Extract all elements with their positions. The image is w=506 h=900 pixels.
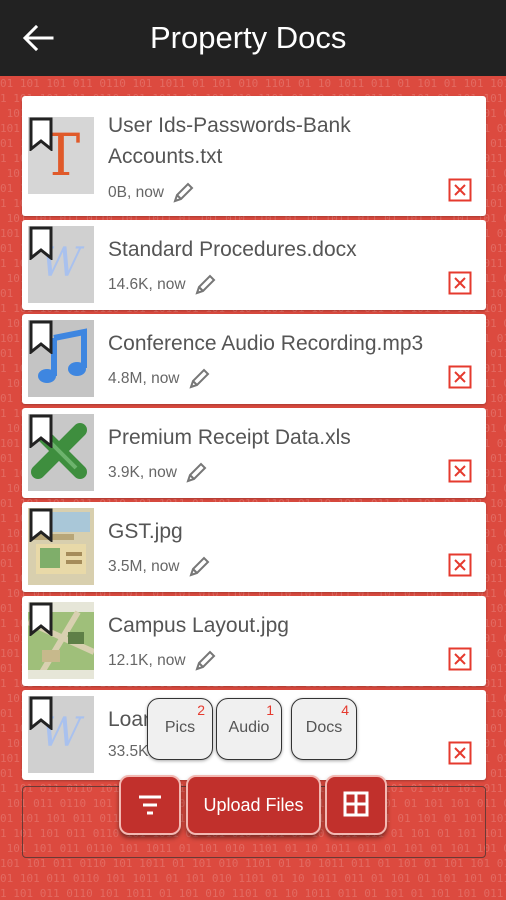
file-meta: 4.8M, now — [108, 366, 212, 392]
file-meta: 0B, now — [108, 180, 196, 206]
delete-icon[interactable] — [448, 365, 472, 389]
delete-icon[interactable] — [448, 178, 472, 202]
grid-view-button[interactable] — [325, 775, 387, 835]
file-name[interactable]: Standard Procedures.docx — [108, 234, 436, 265]
bookmark-icon[interactable] — [28, 414, 54, 448]
bookmark-icon[interactable] — [28, 602, 54, 636]
file-card[interactable]: Campus Layout.jpg 12.1K, now — [22, 596, 486, 686]
delete-icon[interactable] — [448, 459, 472, 483]
file-meta: 33.5K — [108, 742, 149, 762]
chip-docs[interactable]: 4 Docs — [291, 698, 357, 760]
pencil-icon[interactable] — [170, 180, 196, 206]
file-thumbnail — [28, 508, 94, 585]
audio-label: Audio — [228, 719, 270, 736]
file-size-time: 14.6K, now — [108, 276, 186, 294]
pencil-icon[interactable] — [186, 366, 212, 392]
file-name[interactable]: Conference Audio Recording.mp3 — [108, 328, 436, 359]
arrow-left-icon[interactable] — [18, 22, 58, 54]
chip-audio[interactable]: 1 Audio — [216, 698, 282, 760]
pencil-icon[interactable] — [186, 554, 212, 580]
pencil-icon[interactable] — [192, 648, 218, 674]
file-card[interactable]: Conference Audio Recording.mp3 4.8M, now — [22, 314, 486, 404]
file-meta: 12.1K, now — [108, 648, 218, 674]
file-meta: 14.6K, now — [108, 272, 218, 298]
file-size-time: 12.1K, now — [108, 652, 186, 670]
filter-button[interactable] — [119, 775, 181, 835]
file-meta: 3.9K, now — [108, 460, 209, 486]
bookmark-icon[interactable] — [28, 117, 54, 151]
file-size-time: 3.9K, now — [108, 464, 177, 482]
file-card[interactable]: W Standard Procedures.docx 14.6K, now — [22, 220, 486, 310]
bookmark-icon[interactable] — [28, 320, 54, 354]
pencil-icon[interactable] — [192, 272, 218, 298]
file-thumbnail: W — [28, 226, 94, 303]
file-thumbnail — [28, 414, 94, 491]
pencil-icon[interactable] — [183, 460, 209, 486]
file-size-time: 3.5M, now — [108, 558, 180, 576]
file-name[interactable]: GST.jpg — [108, 516, 436, 547]
file-thumbnail: W — [28, 696, 94, 773]
docs-count: 4 — [341, 702, 349, 718]
delete-icon[interactable] — [448, 647, 472, 671]
file-name[interactable]: User Ids-Passwords-Bank Accounts.txt — [108, 110, 436, 172]
filter-icon — [139, 795, 161, 815]
pics-label: Pics — [164, 719, 196, 736]
chip-pics[interactable]: 2 Pics — [147, 698, 213, 760]
file-thumbnail: T — [28, 117, 94, 194]
file-name[interactable]: Campus Layout.jpg — [108, 610, 436, 641]
file-card[interactable]: Premium Receipt Data.xls 3.9K, now — [22, 408, 486, 498]
file-thumbnail — [28, 602, 94, 679]
docs-label: Docs — [305, 719, 343, 736]
file-size-time: 0B, now — [108, 184, 165, 202]
delete-icon[interactable] — [448, 271, 472, 295]
file-name[interactable]: Premium Receipt Data.xls — [108, 422, 436, 453]
bookmark-icon[interactable] — [28, 508, 54, 542]
audio-count: 1 — [266, 702, 274, 718]
bookmark-icon[interactable] — [28, 226, 54, 260]
file-size-time: 33.5K — [108, 743, 149, 760]
file-thumbnail — [28, 320, 94, 397]
file-card[interactable]: GST.jpg 3.5M, now — [22, 502, 486, 592]
app-bar: Property Docs — [0, 0, 506, 76]
upload-files-button[interactable]: Upload Files — [186, 775, 321, 835]
page-title: Property Docs — [150, 20, 347, 55]
file-meta: 3.5M, now — [108, 554, 212, 580]
grid-icon — [343, 791, 369, 817]
file-size-time: 4.8M, now — [108, 370, 180, 388]
delete-icon[interactable] — [448, 741, 472, 765]
file-card[interactable]: T User Ids-Passwords-Bank Accounts.txt 0… — [22, 96, 486, 216]
pics-count: 2 — [197, 702, 205, 718]
bookmark-icon[interactable] — [28, 696, 54, 730]
delete-icon[interactable] — [448, 553, 472, 577]
